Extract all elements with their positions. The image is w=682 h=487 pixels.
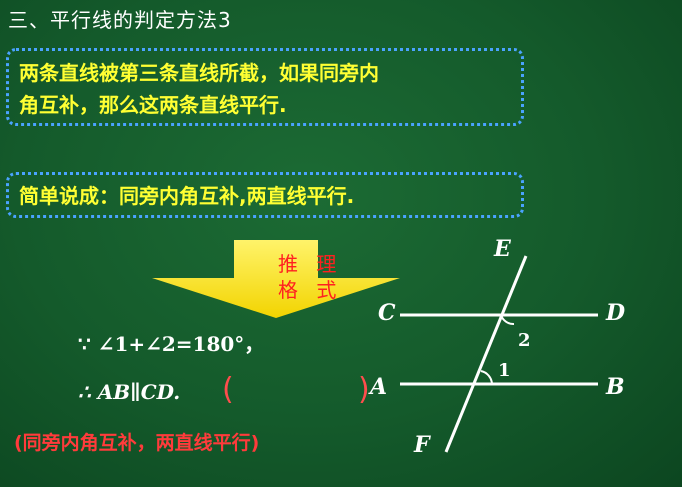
point-d-label: D [605, 300, 625, 326]
chalkboard: 三、平行线的判定方法3 两条直线被第三条直线所截，如果同旁内 角互补，那么这两条… [0, 0, 682, 487]
proof-therefore-line: ∴ AB∥CD. [78, 380, 181, 404]
point-f-label: F [413, 432, 431, 458]
proof-reason: (同旁内角互补，两直线平行) [14, 432, 260, 454]
angle-1-label: 1 [498, 360, 511, 381]
short-form-box: 简单说成：同旁内角互补,两直线平行. [6, 172, 524, 218]
point-a-label: A [368, 374, 387, 400]
proof-because-line: ∵ ∠1+∠2=180°， [78, 332, 265, 356]
angle-2-label: 2 [518, 330, 531, 351]
reason-bracket-open: ( [222, 372, 234, 407]
point-b-label: B [605, 374, 625, 400]
angle-1-arc [480, 370, 493, 385]
theorem-line-2: 角互补，那么这两条直线平行. [19, 93, 287, 117]
short-form-text: 简单说成：同旁内角互补,两直线平行. [19, 184, 355, 208]
theorem-statement-box: 两条直线被第三条直线所截，如果同旁内 角互补，那么这两条直线平行. [6, 48, 524, 126]
theorem-line-1: 两条直线被第三条直线所截，如果同旁内 [19, 61, 379, 85]
arrow-label-line-1: 推 理 [278, 252, 343, 276]
transversal-ef [444, 255, 528, 453]
point-e-label: E [493, 236, 512, 262]
geometry-diagram: E C D A B F 1 2 [368, 236, 625, 458]
arrow-label-line-2: 格 式 [278, 278, 343, 302]
lesson-title: 三、平行线的判定方法3 [8, 8, 232, 32]
point-c-label: C [378, 300, 396, 326]
